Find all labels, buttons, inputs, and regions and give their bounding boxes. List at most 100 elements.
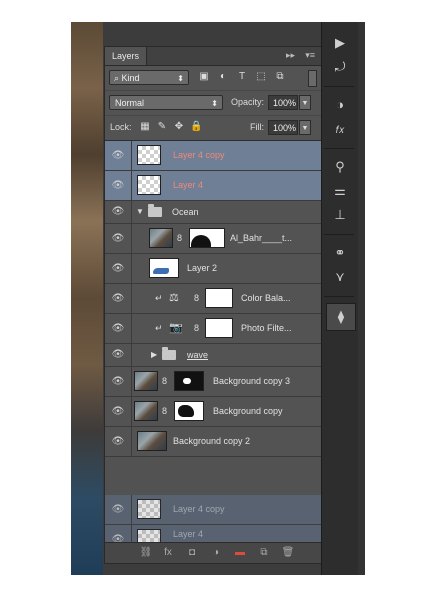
layer-name[interactable]: Al_Bahr____t... bbox=[230, 224, 292, 253]
history-icon[interactable]: ⤾ bbox=[331, 58, 349, 76]
photo-filter-icon: 📷 bbox=[169, 322, 183, 334]
layer-thumbnail bbox=[134, 401, 158, 421]
blend-mode-value: Normal bbox=[115, 98, 145, 108]
blend-row: Normal ⬍ Opacity: 100% ▼ bbox=[105, 90, 321, 115]
mask-link-icon[interactable]: 8 bbox=[194, 323, 199, 333]
panel-menu-icon[interactable]: ▾≡ bbox=[305, 50, 315, 61]
layer-mask-thumbnail[interactable] bbox=[174, 371, 204, 391]
layer-thumbnail bbox=[137, 175, 161, 195]
layer-mask-thumbnail[interactable] bbox=[205, 318, 233, 338]
layer-row-layer-4[interactable]: 👁 Layer 4 bbox=[105, 171, 321, 201]
layer-mask-thumbnail[interactable] bbox=[174, 401, 204, 421]
opacity-dropdown-icon[interactable]: ▼ bbox=[299, 95, 311, 110]
new-adjustment-icon[interactable]: ◑ bbox=[209, 546, 223, 560]
new-group-icon[interactable]: ▬ bbox=[233, 546, 247, 560]
type-filter-icon[interactable]: T bbox=[236, 71, 248, 83]
visibility-eye-icon[interactable]: 👁 bbox=[105, 171, 132, 200]
adjustments-icon[interactable]: ◑ bbox=[331, 96, 349, 114]
clone-source-icon[interactable]: ⊥ bbox=[331, 206, 349, 224]
layer-style-icon[interactable]: fx bbox=[161, 546, 175, 560]
mask-link-icon[interactable]: 8 bbox=[177, 233, 182, 243]
lock-move-icon[interactable]: ✥ bbox=[173, 121, 185, 133]
visibility-eye-icon[interactable]: 👁 bbox=[105, 201, 132, 223]
layers-bottom-bar: ⛓ fx ◘ ◑ ▬ ⧉ 🗑 bbox=[105, 542, 321, 563]
collapse-panel-icon[interactable]: ▸▸ bbox=[286, 50, 295, 61]
lock-all-icon[interactable]: 🔒 bbox=[190, 121, 202, 133]
visibility-eye-icon[interactable]: 👁 bbox=[105, 344, 132, 366]
layer-list: 👁 Layer 4 copy 👁 Layer 4 👁 ▼ Ocean 👁 8 A… bbox=[105, 141, 321, 554]
link-layers-icon[interactable]: ⛓ bbox=[139, 546, 153, 560]
expand-arrow-icon[interactable]: ▼ bbox=[136, 201, 144, 223]
styles-fx-icon[interactable]: 𝑓𝑥 bbox=[331, 122, 349, 140]
panel-grip-bar bbox=[358, 22, 365, 575]
layer-row-background-copy[interactable]: 👁 8 Background copy bbox=[105, 397, 321, 427]
collapse-arrow-icon[interactable]: ▶ bbox=[151, 344, 157, 366]
adjustment-filter-icon[interactable]: ◐ bbox=[217, 71, 229, 83]
channels-icon[interactable]: ⚭ bbox=[331, 244, 349, 262]
chevron-updown-icon: ⬍ bbox=[211, 99, 218, 108]
layer-name[interactable]: wave bbox=[187, 344, 208, 366]
filter-kind-dropdown[interactable]: ⌕ Kind ⬍ bbox=[109, 70, 189, 85]
play-icon[interactable]: ▶ bbox=[331, 34, 349, 52]
layer-row-color-balance[interactable]: 👁 ↵ ⚖ 8 Color Bala... bbox=[105, 284, 321, 314]
fill-dropdown-icon[interactable]: ▼ bbox=[299, 120, 311, 135]
visibility-eye-icon: 👁 bbox=[105, 495, 132, 524]
layer-row-background-copy-2[interactable]: 👁 Background copy 2 bbox=[105, 427, 321, 457]
folder-icon bbox=[162, 347, 176, 360]
group-row-ocean[interactable]: 👁 ▼ Ocean bbox=[105, 201, 321, 224]
mask-link-icon[interactable]: 8 bbox=[194, 293, 199, 303]
layer-thumbnail bbox=[149, 228, 173, 248]
visibility-eye-icon[interactable]: 👁 bbox=[105, 284, 132, 313]
layer-mask-thumbnail[interactable] bbox=[205, 288, 233, 308]
layer-row-background-copy-3[interactable]: 👁 8 Background copy 3 bbox=[105, 367, 321, 397]
layer-row-layer-2[interactable]: 👁 Layer 2 bbox=[105, 254, 321, 284]
mask-link-icon[interactable]: 8 bbox=[162, 376, 167, 386]
layer-name[interactable]: Ocean bbox=[172, 201, 199, 223]
opacity-field[interactable]: 100% bbox=[268, 95, 298, 110]
tool-separator bbox=[324, 86, 354, 87]
layer-mask-thumbnail[interactable] bbox=[189, 228, 225, 248]
brush-presets-icon[interactable]: ⚲ bbox=[331, 158, 349, 176]
visibility-eye-icon[interactable]: 👁 bbox=[105, 224, 132, 253]
smart-object-filter-icon[interactable]: ⧉ bbox=[274, 71, 286, 83]
layer-thumbnail bbox=[134, 371, 158, 391]
folder-icon bbox=[148, 204, 162, 217]
paths-icon[interactable]: ⋎ bbox=[331, 268, 349, 286]
fill-field[interactable]: 100% bbox=[268, 120, 298, 135]
blend-mode-dropdown[interactable]: Normal ⬍ bbox=[109, 95, 223, 110]
filter-toggle[interactable] bbox=[308, 70, 317, 87]
layer-name[interactable]: Color Bala... bbox=[241, 284, 291, 313]
image-filter-icon[interactable]: ▣ bbox=[198, 71, 210, 83]
visibility-eye-icon[interactable]: 👁 bbox=[105, 314, 132, 343]
group-row-wave[interactable]: 👁 ▶ wave bbox=[105, 344, 321, 367]
layer-name[interactable]: Photo Filte... bbox=[241, 314, 292, 343]
layer-name[interactable]: Background copy 3 bbox=[213, 367, 290, 396]
layer-name[interactable]: Background copy 2 bbox=[173, 427, 250, 456]
visibility-eye-icon[interactable]: 👁 bbox=[105, 254, 132, 283]
layer-row-layer-4-copy[interactable]: 👁 Layer 4 copy bbox=[105, 141, 321, 171]
delete-layer-icon[interactable]: 🗑 bbox=[281, 546, 295, 560]
tab-layers[interactable]: Layers bbox=[105, 47, 148, 65]
layer-name[interactable]: Layer 4 bbox=[166, 171, 238, 200]
lock-transparent-icon[interactable]: ▦ bbox=[139, 121, 151, 133]
layer-name: Layer 4 bbox=[173, 529, 204, 539]
mask-link-icon[interactable]: 8 bbox=[162, 406, 167, 416]
lock-paint-icon[interactable]: ✎ bbox=[156, 121, 168, 133]
layer-row-al-bahr[interactable]: 👁 8 Al_Bahr____t... bbox=[105, 224, 321, 254]
tool-separator bbox=[324, 148, 354, 149]
visibility-eye-icon[interactable]: 👁 bbox=[105, 397, 132, 426]
layer-name[interactable]: Layer 2 bbox=[187, 254, 217, 283]
visibility-eye-icon[interactable]: 👁 bbox=[105, 427, 132, 456]
new-layer-icon[interactable]: ⧉ bbox=[257, 546, 271, 560]
visibility-eye-icon[interactable]: 👁 bbox=[105, 141, 132, 170]
visibility-eye-icon[interactable]: 👁 bbox=[105, 367, 132, 396]
layer-row-photo-filter[interactable]: 👁 ↵ 📷 8 Photo Filte... bbox=[105, 314, 321, 344]
fill-label: Fill: bbox=[250, 122, 264, 132]
shape-filter-icon[interactable]: ⬚ bbox=[255, 71, 267, 83]
layers-panel-icon[interactable]: ⧫ bbox=[326, 303, 356, 331]
layer-list-empty-area bbox=[105, 457, 321, 495]
layer-name[interactable]: Layer 4 copy bbox=[167, 141, 237, 170]
brush-settings-icon[interactable]: ⚌ bbox=[331, 182, 349, 200]
layer-name[interactable]: Background copy bbox=[213, 397, 283, 426]
add-mask-icon[interactable]: ◘ bbox=[185, 546, 199, 560]
